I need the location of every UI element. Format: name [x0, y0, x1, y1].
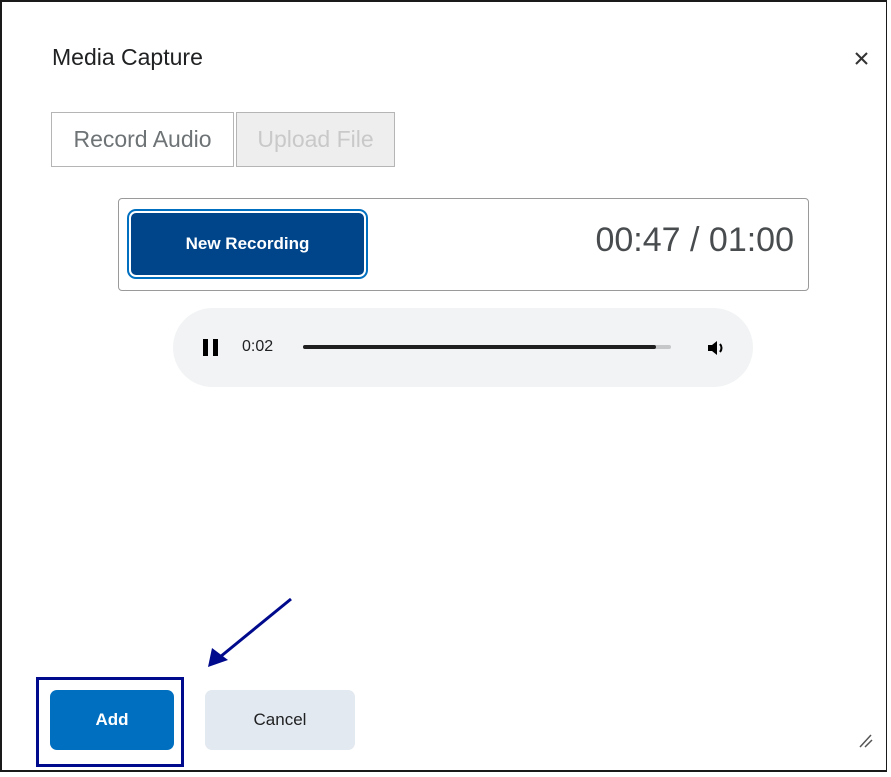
tab-record-audio[interactable]: Record Audio: [51, 112, 234, 167]
tab-upload-file: Upload File: [236, 112, 395, 167]
progress-track[interactable]: [303, 345, 671, 349]
recording-panel: New Recording 00:47 / 01:00: [118, 198, 809, 291]
add-button[interactable]: Add: [50, 690, 174, 750]
progress-fill: [303, 345, 657, 349]
recording-timer: 00:47 / 01:00: [595, 221, 794, 259]
audio-player: 0:02: [173, 308, 753, 387]
pause-icon[interactable]: [203, 339, 219, 356]
close-button[interactable]: [848, 44, 876, 72]
volume-icon[interactable]: [705, 337, 727, 359]
new-recording-button[interactable]: New Recording: [129, 211, 366, 277]
resize-handle-icon[interactable]: [858, 732, 874, 748]
dialog-title: Media Capture: [52, 44, 203, 70]
current-time: 0:02: [242, 338, 274, 355]
cancel-button[interactable]: Cancel: [205, 690, 355, 750]
media-capture-dialog: Media Capture Record Audio Upload File N…: [0, 0, 887, 772]
close-icon: [855, 52, 868, 65]
